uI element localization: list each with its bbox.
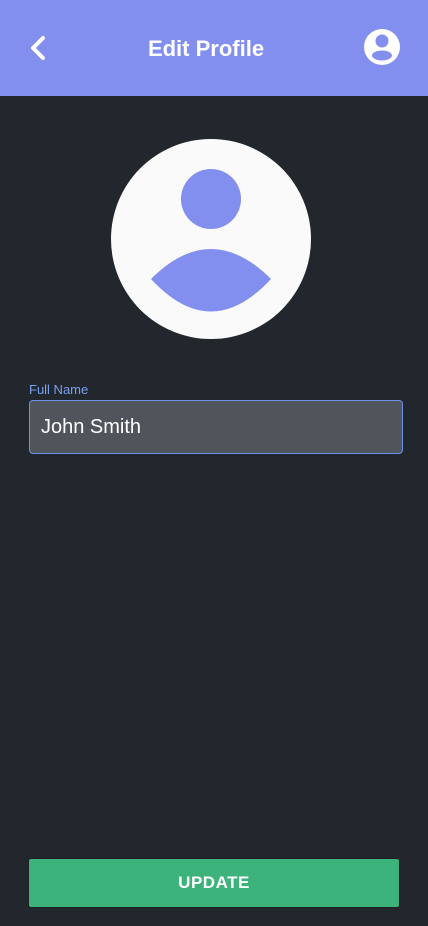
edit-profile-screen: Edit Profile Full Name UPDATE: [0, 0, 428, 926]
account-button[interactable]: [362, 27, 402, 67]
profile-avatar[interactable]: [111, 139, 311, 339]
app-header: Edit Profile: [0, 0, 428, 96]
account-circle-icon: [364, 29, 400, 65]
update-button[interactable]: UPDATE: [28, 858, 400, 908]
full-name-label: Full Name: [29, 382, 89, 397]
page-title: Edit Profile: [147, 36, 265, 61]
user-avatar-icon: [151, 169, 271, 312]
full-name-input[interactable]: [29, 400, 403, 454]
